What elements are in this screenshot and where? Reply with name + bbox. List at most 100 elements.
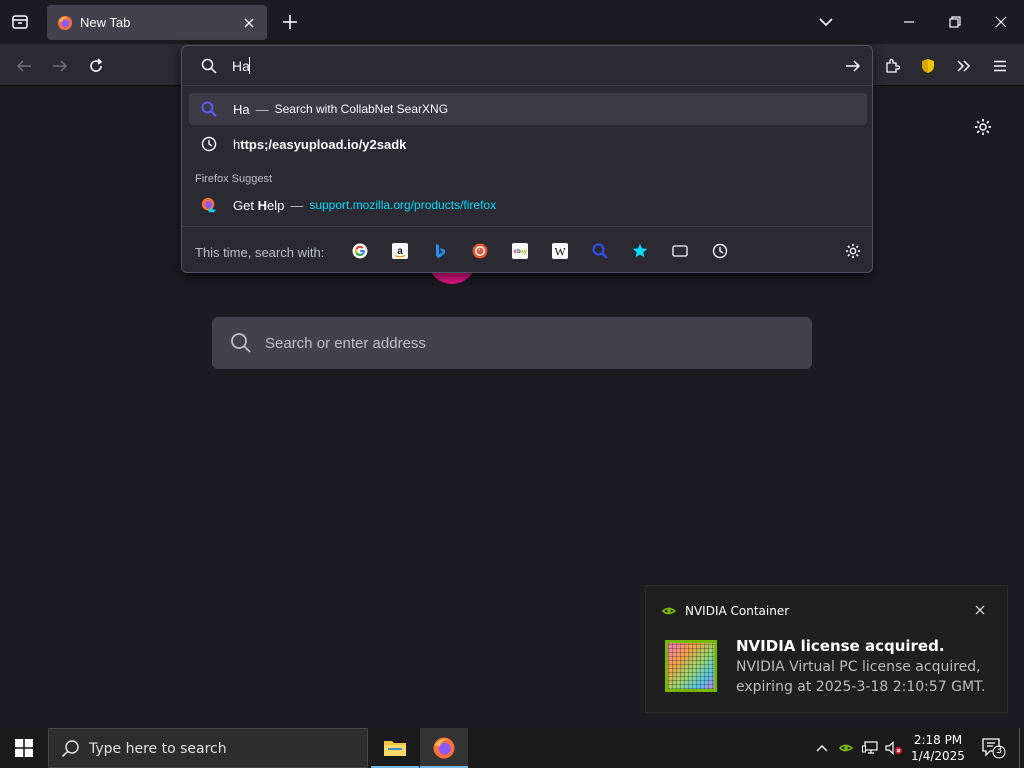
newtab-search-placeholder: Search or enter address [265, 335, 426, 352]
arrow-left-icon [16, 60, 31, 72]
restore-icon [949, 16, 961, 28]
urlbar-result-suggest[interactable]: Get Help — support.mozilla.org/products/… [189, 189, 867, 221]
gear-icon [975, 119, 991, 135]
urlbar-result-search[interactable]: Ha — Search with CollabNet SearXNG [189, 93, 867, 125]
notification-close-button[interactable] [972, 602, 988, 618]
newtab-settings-button[interactable] [972, 116, 994, 138]
tab-close-button[interactable] [241, 15, 257, 31]
search-icon [61, 740, 79, 758]
extensions-button[interactable] [878, 52, 906, 80]
notification-toast[interactable]: NVIDIA Container NVIDIA license acquired… [645, 585, 1008, 713]
urlbar-input[interactable] [232, 55, 792, 77]
hamburger-icon [994, 60, 1006, 72]
tabs-icon[interactable] [671, 242, 689, 260]
firefox-icon [433, 737, 455, 759]
search-settings-button[interactable] [844, 242, 862, 260]
app-menu-button[interactable] [986, 52, 1014, 80]
search-icon [231, 333, 251, 353]
search-icon [201, 101, 217, 117]
suggest-url: support.mozilla.org/products/firefox [309, 198, 497, 212]
restore-button[interactable] [940, 8, 970, 36]
nvidia-icon [839, 744, 853, 752]
result-url-match: ttps;/easyupload.io/y2sadk [240, 136, 407, 152]
bookmarks-star-icon[interactable] [631, 242, 649, 260]
nvidia-icon [662, 605, 676, 617]
newtab-search-box[interactable]: Search or enter address [212, 317, 812, 369]
clock-icon [201, 136, 217, 152]
taskbar-file-explorer[interactable] [371, 728, 419, 768]
taskbar-search-box[interactable]: Type here to search [48, 728, 368, 768]
taskbar: Type here to search 2:18 PM 1/4/2025 3 [0, 728, 1024, 768]
clock-date: 1/4/2025 [911, 749, 965, 763]
go-button[interactable] [842, 56, 864, 76]
new-tab-button[interactable] [280, 12, 300, 32]
puzzle-icon [886, 58, 900, 73]
arrow-right-icon [846, 60, 861, 72]
close-window-button[interactable] [986, 8, 1016, 36]
result-separator: — [255, 101, 269, 117]
one-off-search-row: This time, search with: a ebay W [182, 226, 872, 273]
windows-icon [15, 739, 33, 757]
chevron-down-icon [819, 18, 833, 27]
searxng-icon[interactable] [591, 242, 609, 260]
firefox-icon [58, 15, 72, 30]
taskbar-clock[interactable]: 2:18 PM 1/4/2025 [908, 732, 968, 764]
tab-strip: New Tab [0, 0, 1024, 44]
bing-icon[interactable] [431, 242, 449, 260]
notification-app-name: NVIDIA Container [685, 604, 790, 618]
list-all-tabs-button[interactable] [816, 12, 836, 32]
result-separator: — [290, 197, 304, 213]
gear-icon [845, 243, 861, 259]
tray-nvidia[interactable] [836, 738, 856, 758]
svg-text:W: W [554, 245, 566, 259]
gpu-chip-icon [665, 640, 717, 692]
forward-button[interactable] [46, 52, 74, 80]
reload-icon [90, 58, 103, 72]
taskbar-firefox[interactable] [420, 728, 468, 768]
text-caret [249, 57, 250, 74]
wikipedia-icon[interactable]: W [551, 242, 569, 260]
notification-count-badge: 3 [995, 745, 1003, 756]
close-icon [995, 16, 1007, 28]
ublock-extension-button[interactable] [914, 52, 942, 80]
close-icon [975, 605, 985, 615]
overflow-menu-button[interactable] [950, 52, 978, 80]
notification-body: NVIDIA Virtual PC license acquired, expi… [736, 659, 986, 695]
reload-button[interactable] [82, 52, 110, 80]
shield-icon [922, 59, 934, 73]
duckduckgo-icon[interactable] [471, 242, 489, 260]
show-hidden-icons-button[interactable] [812, 738, 832, 758]
chevron-up-icon [816, 745, 828, 752]
tab-new-tab[interactable]: New Tab [47, 5, 267, 40]
clock-time: 2:18 PM [913, 733, 963, 747]
suggest-text-post: elp [266, 197, 285, 213]
minimize-button[interactable] [894, 8, 924, 36]
firefox-view-button[interactable] [6, 8, 34, 36]
result-query: Ha [233, 101, 250, 117]
group-label-firefox-suggest: Firefox Suggest [195, 173, 273, 185]
plus-icon [283, 15, 297, 29]
history-icon[interactable] [711, 242, 729, 260]
tray-volume[interactable] [884, 738, 904, 758]
start-button[interactable] [0, 728, 48, 768]
firefox-icon [201, 197, 217, 213]
notification-title: NVIDIA license acquired. [736, 637, 945, 655]
search-icon [199, 56, 219, 76]
tab-title: New Tab [80, 15, 131, 30]
arrow-right-icon [53, 60, 68, 72]
show-desktop-button[interactable] [1019, 728, 1024, 768]
svg-text:a: a [397, 246, 403, 257]
amazon-icon[interactable]: a [391, 242, 409, 260]
google-icon[interactable] [351, 242, 369, 260]
network-icon [862, 741, 878, 754]
ebay-icon[interactable]: ebay [511, 242, 529, 260]
folder-icon [384, 741, 406, 756]
tray-network[interactable] [860, 738, 880, 758]
action-center-button[interactable]: 3 [980, 736, 1006, 760]
urlbar-popup: Ha — Search with CollabNet SearXNG https… [181, 45, 873, 273]
back-button[interactable] [10, 52, 38, 80]
minimize-icon [904, 21, 914, 23]
urlbar-result-history[interactable]: https;/easyupload.io/y2sadk [189, 128, 867, 160]
close-icon [244, 18, 254, 27]
urlbar-input-row [182, 46, 872, 86]
